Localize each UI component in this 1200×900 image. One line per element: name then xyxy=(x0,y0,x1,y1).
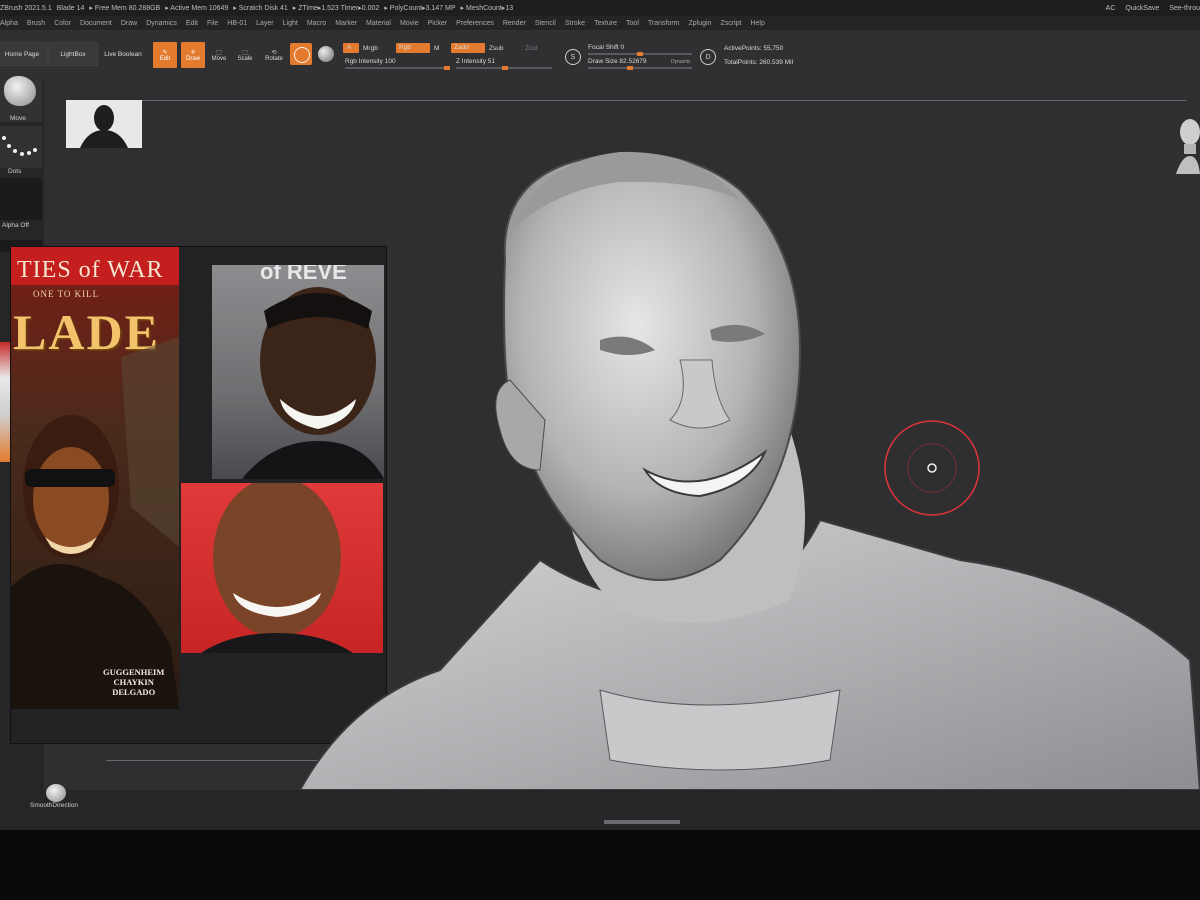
smooth-direction-icon[interactable] xyxy=(46,784,66,802)
smooth-direction-label: SmoothDirection xyxy=(30,802,79,809)
sculpted-bust[interactable] xyxy=(0,0,1200,830)
tray-toggle-handle[interactable] xyxy=(604,820,680,824)
zbrush-screen: ZBrush 2021.5.1 Blade 14 ▸ Free Mem 80.2… xyxy=(0,0,1200,830)
bottom-tray: SmoothDirection xyxy=(0,784,1200,830)
brush-cursor xyxy=(884,420,980,516)
